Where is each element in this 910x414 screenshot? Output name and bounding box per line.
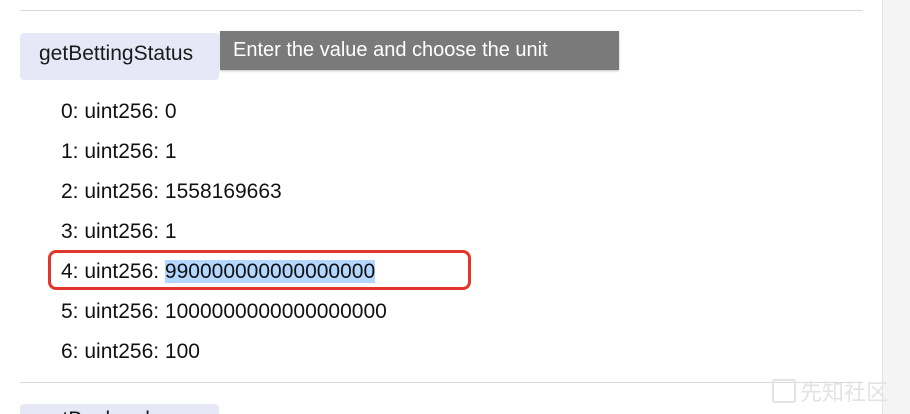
vertical-scrollbar[interactable]	[882, 0, 910, 414]
output-value[interactable]: 100	[165, 340, 200, 363]
get-bookmaker-button[interactable]: getBookmaker	[20, 404, 219, 414]
output-row-1: 1: uint256: 1	[61, 136, 387, 176]
unit-tooltip: Enter the value and choose the unit	[220, 31, 619, 70]
output-row-4: 4: uint256: 990000000000000000	[61, 256, 387, 296]
output-label: 0: uint256:	[61, 100, 165, 123]
output-row-5: 5: uint256: 1000000000000000000	[61, 296, 387, 336]
output-label: 5: uint256:	[61, 300, 165, 323]
watermark: 先知社区	[772, 379, 888, 409]
output-label: 2: uint256:	[61, 180, 165, 203]
output-label: 3: uint256:	[61, 220, 165, 243]
decoded-output-list: 0: uint256: 0 1: uint256: 1 2: uint256: …	[61, 96, 387, 376]
output-row-3: 3: uint256: 1	[61, 216, 387, 256]
output-value[interactable]: 0	[165, 100, 177, 123]
watermark-text: 先知社区	[800, 381, 889, 406]
top-divider	[20, 10, 863, 11]
output-value[interactable]: 1	[165, 140, 177, 163]
selected-output-value[interactable]: 990000000000000000	[164, 260, 376, 283]
output-value[interactable]: 1000000000000000000	[165, 300, 387, 323]
watermark-logo-icon	[772, 379, 796, 403]
output-value[interactable]: 1	[165, 220, 177, 243]
output-label: 4: uint256:	[61, 260, 165, 283]
output-row-6: 6: uint256: 100	[61, 336, 387, 376]
output-value[interactable]: 1558169663	[165, 180, 282, 203]
remix-output-panel: getBettingStatus Enter the value and cho…	[0, 0, 910, 414]
output-label: 6: uint256:	[61, 340, 165, 363]
get-betting-status-button[interactable]: getBettingStatus	[20, 33, 219, 80]
output-row-0: 0: uint256: 0	[61, 96, 387, 136]
bottom-divider	[20, 382, 863, 383]
output-row-2: 2: uint256: 1558169663	[61, 176, 387, 216]
output-label: 1: uint256:	[61, 140, 165, 163]
